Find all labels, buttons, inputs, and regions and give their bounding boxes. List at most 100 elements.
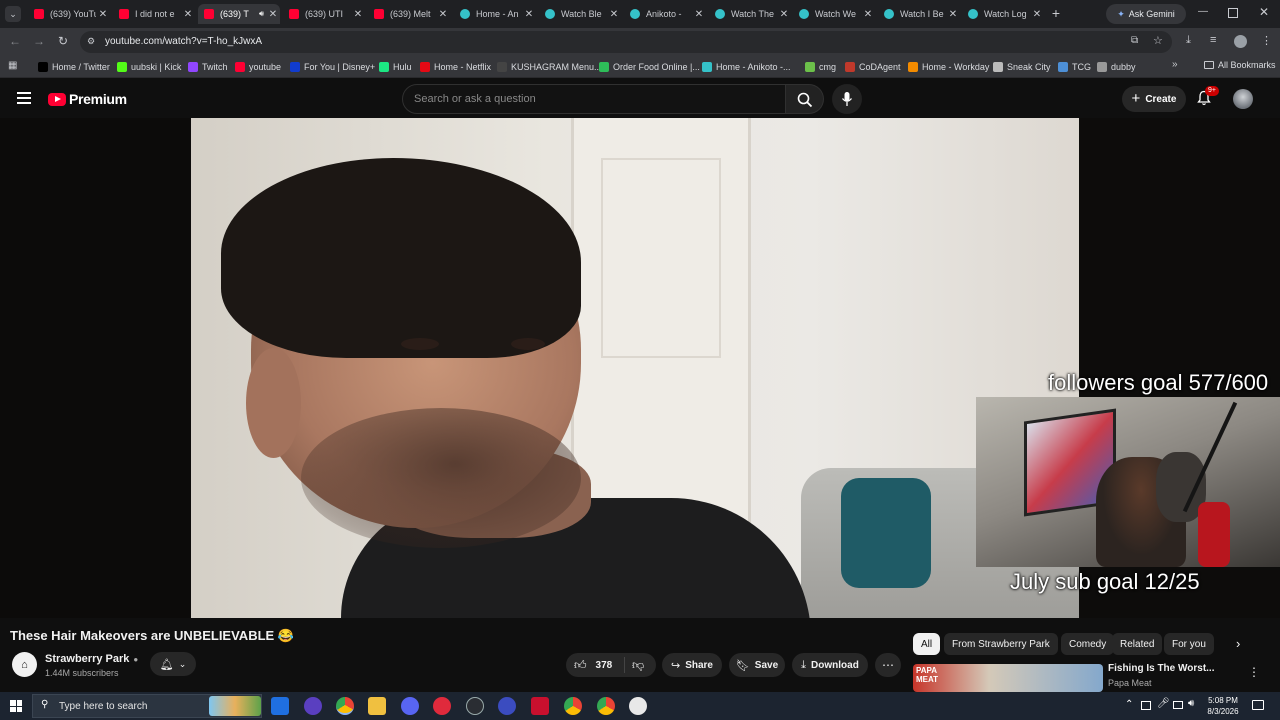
all-bookmarks-folder[interactable]: All Bookmarks — [1204, 60, 1276, 70]
taskbar-clock[interactable]: 5:08 PM 8/3/2026 — [1200, 695, 1246, 717]
filter-chip[interactable]: Related — [1112, 633, 1163, 655]
back-button[interactable]: ← — [8, 34, 22, 48]
bookmark-item[interactable]: dubby — [1097, 60, 1136, 74]
tray-mic-icon[interactable]: 🎤︎ — [1157, 698, 1170, 709]
clock-app-icon[interactable] — [629, 697, 647, 715]
app-taskbar-icon-1[interactable] — [304, 697, 322, 715]
install-app-icon[interactable]: ⧉ — [1131, 35, 1138, 46]
hamburger-menu-icon[interactable] — [17, 92, 31, 104]
browser-tab[interactable]: Home - An ✕ — [454, 4, 536, 24]
close-tab-icon[interactable]: ✕ — [266, 9, 280, 20]
close-window-button[interactable]: ✕ — [1257, 5, 1271, 19]
copilot-taskbar-icon[interactable] — [271, 697, 289, 715]
browser-tab[interactable]: Watch I Be ✕ — [878, 4, 960, 24]
browser-tab[interactable]: Watch Ble ✕ — [539, 4, 621, 24]
youtube-logo[interactable]: Premium — [48, 91, 127, 107]
tab-search-dropdown-icon[interactable]: ⌄ — [5, 6, 21, 22]
browser-tab[interactable]: Watch Log ✕ — [962, 4, 1044, 24]
browser-menu-icon[interactable]: ⋮ — [1261, 34, 1272, 47]
close-tab-icon[interactable]: ✕ — [96, 9, 110, 20]
search-button[interactable] — [786, 84, 824, 114]
chrome-taskbar-icon[interactable] — [336, 697, 354, 715]
minimize-button[interactable]: — — [1196, 6, 1210, 20]
create-button[interactable]: + Create — [1122, 86, 1186, 112]
close-tab-icon[interactable]: ✕ — [436, 9, 450, 20]
recommended-more-icon[interactable]: ⋮ — [1248, 665, 1260, 679]
speaker-icon[interactable]: 🔊︎ — [259, 9, 264, 19]
media-control-icon[interactable]: ≡ — [1210, 34, 1216, 46]
close-tab-icon[interactable]: ✕ — [351, 9, 365, 20]
thumbs-down-icon[interactable]: 👎︎ — [632, 658, 644, 673]
channel-name[interactable]: Strawberry Park ● — [45, 653, 138, 665]
like-button[interactable]: 👍︎ 378 👎︎ — [566, 653, 656, 677]
close-tab-icon[interactable]: ✕ — [522, 9, 536, 20]
filter-chip[interactable]: All — [913, 633, 941, 655]
share-button[interactable]: ↪ Share — [662, 653, 722, 677]
tray-app-icon[interactable] — [1141, 701, 1151, 710]
bookmark-item[interactable]: TCG — [1058, 60, 1091, 74]
channel-avatar[interactable]: ⌂ — [12, 652, 37, 677]
save-button[interactable]: 🔖︎ Save — [729, 653, 785, 677]
voice-search-button[interactable] — [832, 84, 862, 114]
close-tab-icon[interactable]: ✕ — [692, 9, 706, 20]
restore-button[interactable] — [1228, 8, 1238, 18]
media-player-icon[interactable] — [433, 697, 451, 715]
browser-tab[interactable]: Watch The ✕ — [709, 4, 791, 24]
bookmark-item[interactable]: KUSHAGRAM Menu... — [497, 60, 602, 74]
downloads-icon[interactable]: ⤓ — [1186, 34, 1191, 47]
close-tab-icon[interactable]: ✕ — [861, 9, 875, 20]
close-tab-icon[interactable]: ✕ — [607, 9, 621, 20]
bookmark-item[interactable]: uubski | Kick — [117, 60, 181, 74]
browser-tab[interactable]: I did not e ✕ — [113, 4, 195, 24]
browser-tab[interactable]: (639) Melt ✕ — [368, 4, 450, 24]
bookmark-item[interactable]: For You | Disney+ — [290, 60, 375, 74]
bookmark-item[interactable]: Home - Anikoto -... — [702, 60, 791, 74]
chrome-taskbar-icon-3[interactable] — [597, 697, 615, 715]
ask-gemini-button[interactable]: ✦ Ask Gemini — [1106, 4, 1186, 24]
bookmarks-overflow-icon[interactable]: » — [1172, 59, 1178, 70]
recommended-title[interactable]: Fishing Is The Worst... — [1108, 663, 1215, 674]
browser-tab[interactable]: Anikoto - ✕ — [624, 4, 706, 24]
browser-tab[interactable]: (639) T 🔊︎ ✕ — [198, 4, 280, 24]
reload-button[interactable]: ↻ — [56, 34, 70, 48]
browser-tab[interactable]: (639) YouTube✕ — [28, 4, 110, 24]
notification-center-icon[interactable] — [1252, 700, 1264, 710]
windows-start-icon[interactable] — [10, 700, 22, 712]
download-button[interactable]: ⤓ Download — [792, 653, 868, 677]
bookmark-item[interactable]: Home - Workday — [908, 60, 989, 74]
url-input[interactable]: ⚙ youtube.com/watch?v=T-ho_kJwxA ⧉ ☆ — [80, 31, 1172, 53]
close-tab-icon[interactable]: ✕ — [1030, 9, 1044, 20]
account-avatar[interactable] — [1233, 89, 1253, 109]
app-taskbar-icon-3[interactable] — [531, 697, 549, 715]
filter-chip[interactable]: From Strawberry Park — [944, 633, 1058, 655]
profile-avatar[interactable] — [1234, 35, 1247, 48]
tray-volume-icon[interactable]: 🔊︎ — [1188, 698, 1194, 709]
search-input[interactable]: Search or ask a question — [402, 84, 786, 114]
file-explorer-icon[interactable] — [368, 697, 386, 715]
forward-button[interactable]: → — [32, 34, 46, 48]
bookmark-item[interactable]: Sneak City — [993, 60, 1051, 74]
discord-taskbar-icon[interactable] — [401, 697, 419, 715]
chips-next-arrow-icon[interactable]: › — [1236, 636, 1240, 651]
close-tab-icon[interactable]: ✕ — [777, 9, 791, 20]
bookmark-star-icon[interactable]: ☆ — [1153, 34, 1163, 47]
bookmark-item[interactable]: Home - Netflix — [420, 60, 491, 74]
browser-tab[interactable]: (639) UTI ✕ — [283, 4, 365, 24]
browser-tab[interactable]: Watch We ✕ — [793, 4, 875, 24]
close-tab-icon[interactable]: ✕ — [946, 9, 960, 20]
notifications-button[interactable]: 9+ — [1196, 86, 1219, 108]
chrome-taskbar-icon-2[interactable] — [564, 697, 582, 715]
bookmark-item[interactable]: Order Food Online |... — [599, 60, 700, 74]
filter-chip[interactable]: For you — [1164, 633, 1214, 655]
new-tab-button[interactable]: + — [1048, 5, 1064, 21]
close-tab-icon[interactable]: ✕ — [181, 9, 195, 20]
bookmark-item[interactable]: youtube — [235, 60, 281, 74]
site-info-icon[interactable]: ⚙ — [87, 36, 95, 47]
more-actions-button[interactable]: ⋯ — [875, 653, 901, 677]
recommended-thumbnail[interactable]: PAPA MEAT — [913, 664, 1103, 692]
tray-display-icon[interactable] — [1173, 701, 1183, 709]
bookmark-item[interactable]: Home / Twitter — [38, 60, 110, 74]
app-taskbar-icon-2[interactable] — [498, 697, 516, 715]
bookmark-item[interactable]: Twitch — [188, 60, 228, 74]
video-player[interactable] — [191, 118, 1079, 618]
